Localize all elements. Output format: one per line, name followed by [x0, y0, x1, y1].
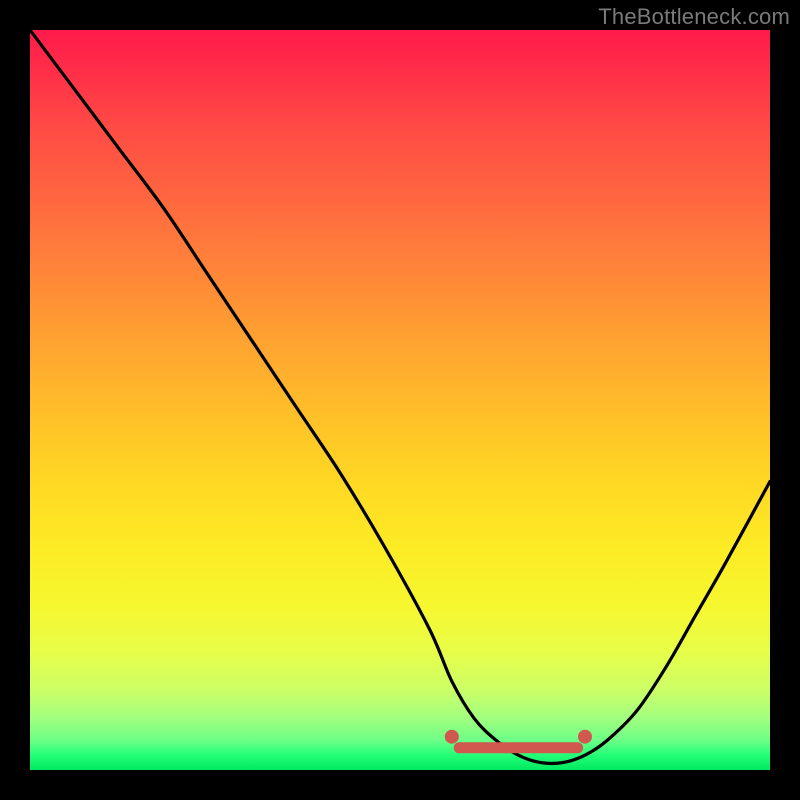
watermark-text: TheBottleneck.com — [598, 4, 790, 30]
plot-area — [30, 30, 770, 770]
chart-frame: TheBottleneck.com — [0, 0, 800, 800]
left-cap-marker — [445, 730, 459, 744]
bottleneck-curve — [30, 30, 770, 764]
right-cap-marker — [578, 730, 592, 744]
curve-layer — [30, 30, 770, 770]
